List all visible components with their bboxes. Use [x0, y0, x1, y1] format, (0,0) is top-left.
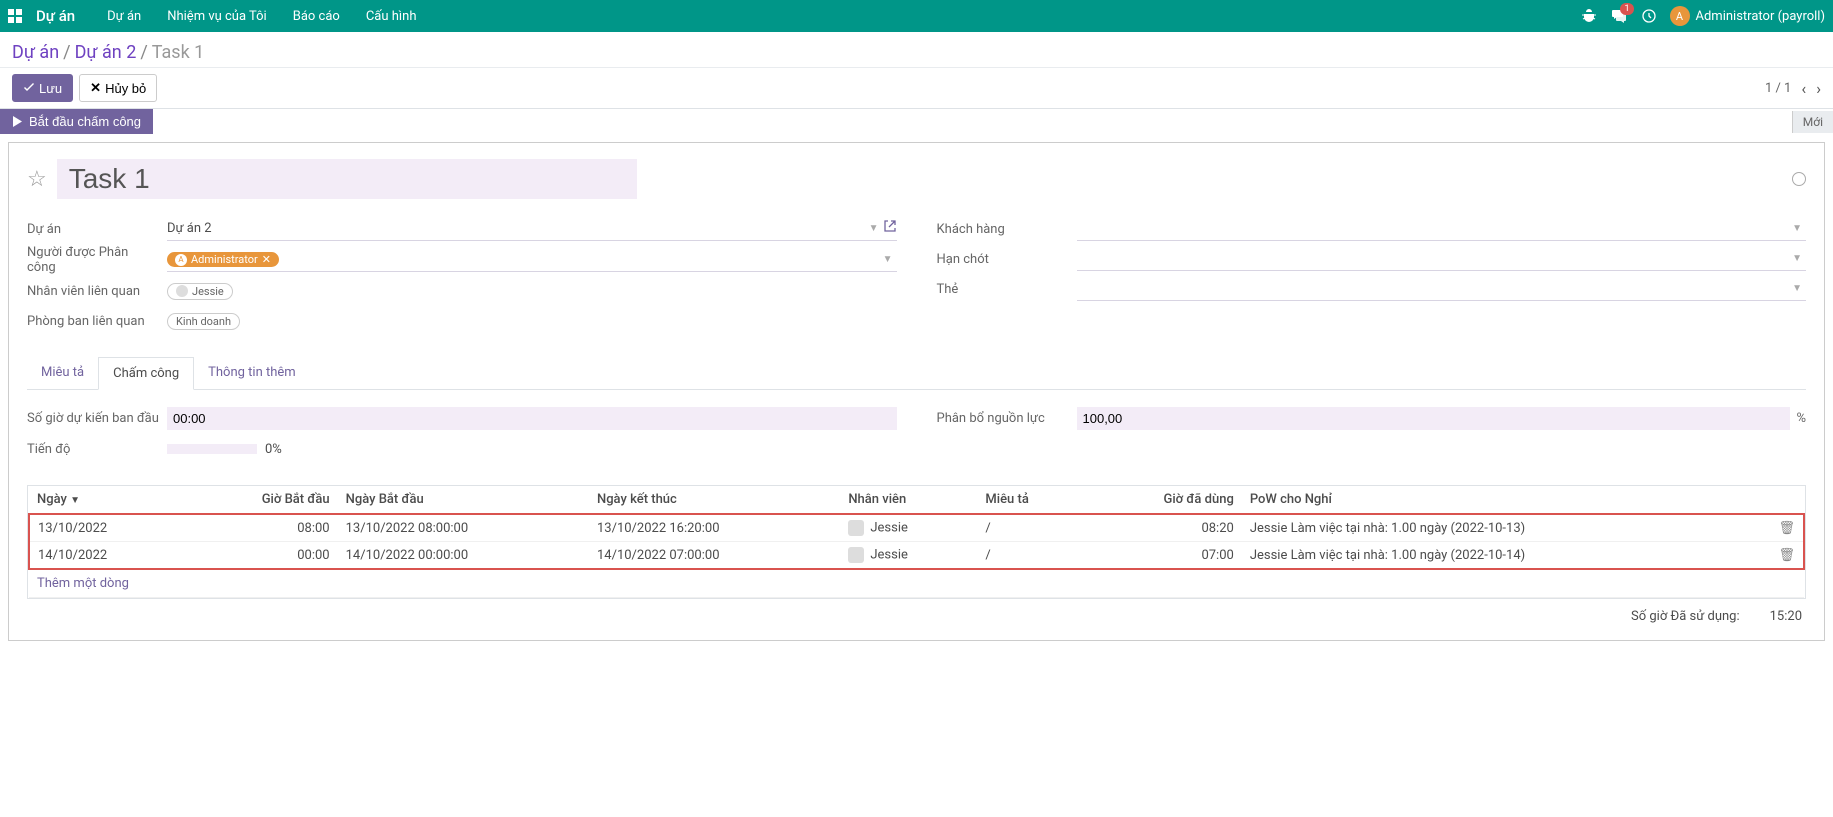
table-row[interactable]: 13/10/202208:0013/10/2022 08:00:0013/10/…	[29, 514, 1804, 542]
pager-position: 1 / 1	[1765, 81, 1791, 96]
project-label: Dự án	[27, 222, 167, 237]
chevron-down-icon: ▼	[883, 254, 893, 265]
chevron-down-icon: ▼	[869, 223, 879, 234]
col-desc[interactable]: Miêu tả	[977, 486, 1085, 514]
bug-icon[interactable]	[1580, 7, 1598, 25]
progress-value: 0%	[265, 442, 282, 457]
play-icon	[12, 116, 23, 127]
breadcrumb-root[interactable]: Dự án	[12, 42, 59, 63]
customer-field[interactable]: ▼	[1077, 217, 1807, 241]
save-button[interactable]: Lưu	[12, 74, 73, 102]
col-hours[interactable]: Giờ đã dùng	[1085, 486, 1242, 514]
breadcrumb-parent[interactable]: Dự án 2	[75, 42, 137, 63]
employee-label: Nhân viên liên quan	[27, 284, 167, 299]
nav-item-mytasks[interactable]: Nhiệm vụ của Tôi	[157, 3, 277, 30]
project-field[interactable]: Dự án 2 ▼	[167, 217, 897, 241]
tabs: Miêu tả Chấm công Thông tin thêm	[27, 357, 1806, 390]
tags-field[interactable]: ▼	[1077, 277, 1807, 301]
progress-bar	[167, 444, 257, 454]
user-menu[interactable]: A Administrator (payroll)	[1670, 6, 1826, 26]
messages-badge: 1	[1620, 3, 1633, 15]
person-icon	[848, 547, 864, 563]
chevron-down-icon: ▼	[1792, 283, 1802, 294]
tab-description[interactable]: Miêu tả	[27, 357, 98, 389]
user-name: Administrator (payroll)	[1696, 9, 1826, 24]
discard-button[interactable]: ✕ Hủy bỏ	[79, 74, 157, 102]
table-row[interactable]: 14/10/202200:0014/10/2022 00:00:0014/10/…	[29, 542, 1804, 570]
allocation-label: Phân bổ nguồn lực	[937, 411, 1077, 426]
customer-label: Khách hàng	[937, 222, 1077, 237]
form-sheet: ☆ Dự án Dự án 2 ▼ Người được Phân công	[8, 142, 1825, 641]
activity-icon[interactable]	[1640, 7, 1658, 25]
tag-remove-icon[interactable]: ✕	[262, 253, 271, 266]
assignee-tag[interactable]: A Administrator ✕	[167, 252, 279, 267]
col-pow[interactable]: PoW cho Nghỉ	[1242, 486, 1771, 514]
sort-desc-icon: ▼	[70, 495, 80, 506]
assignee-field[interactable]: A Administrator ✕ ▼	[167, 248, 897, 272]
chevron-down-icon: ▼	[1792, 223, 1802, 234]
apps-icon[interactable]	[8, 9, 22, 23]
kanban-state-dot[interactable]	[1792, 172, 1806, 186]
add-line-link[interactable]: Thêm một dòng	[29, 569, 1804, 598]
pct-suffix: %	[1796, 411, 1806, 426]
tags-label: Thẻ	[937, 282, 1077, 297]
external-link-icon[interactable]	[883, 219, 897, 233]
hours-used-value: 15:20	[1770, 609, 1802, 624]
col-start-dt[interactable]: Ngày Bắt đầu	[338, 486, 589, 514]
delete-row-icon[interactable]: 🗑	[1770, 542, 1804, 570]
stage-new[interactable]: Mới	[1792, 111, 1833, 133]
task-title-input[interactable]	[57, 159, 637, 199]
col-employee[interactable]: Nhân viên	[840, 486, 977, 514]
avatar: A	[1670, 6, 1690, 26]
pager-next[interactable]: ›	[1816, 79, 1821, 98]
top-navbar: Dự án Dự án Nhiệm vụ của Tôi Báo cáo Cấu…	[0, 0, 1833, 32]
tab-extra[interactable]: Thông tin thêm	[194, 357, 310, 389]
breadcrumb-current: Task 1	[152, 42, 205, 63]
star-icon[interactable]: ☆	[27, 167, 47, 192]
progress-field: 0%	[167, 437, 897, 461]
progress-label: Tiến độ	[27, 442, 167, 457]
breadcrumb: Dự án / Dự án 2 / Task 1	[12, 42, 1821, 63]
nav-item-config[interactable]: Cấu hình	[356, 3, 427, 30]
start-timer-button[interactable]: Bắt đầu chấm công	[0, 109, 153, 134]
col-end-dt[interactable]: Ngày kết thúc	[589, 486, 840, 514]
col-start-time[interactable]: Giờ Bắt đầu	[185, 486, 337, 514]
app-brand[interactable]: Dự án	[36, 7, 75, 25]
person-icon	[848, 520, 864, 536]
deadline-field[interactable]: ▼	[1077, 247, 1807, 271]
dept-tag[interactable]: Kinh doanh	[167, 313, 240, 330]
timesheet-table: Ngày ▼ Giờ Bắt đầu Ngày Bắt đầu Ngày kết…	[27, 485, 1806, 599]
planned-hours-label: Số giờ dự kiến ban đầu	[27, 411, 167, 426]
pager-prev[interactable]: ‹	[1801, 79, 1806, 98]
nav-item-report[interactable]: Báo cáo	[283, 3, 350, 30]
assignee-label: Người được Phân công	[27, 245, 167, 275]
person-icon	[176, 285, 188, 297]
chevron-down-icon: ▼	[1792, 253, 1802, 264]
hours-used-label: Số giờ Đã sử dụng:	[1631, 609, 1740, 624]
close-icon: ✕	[90, 80, 101, 96]
employee-tag[interactable]: Jessie	[167, 283, 233, 300]
dept-label: Phòng ban liên quan	[27, 314, 167, 329]
allocation-input[interactable]	[1077, 407, 1791, 430]
nav-item-project[interactable]: Dự án	[97, 3, 151, 30]
check-icon	[23, 82, 35, 94]
messages-icon[interactable]: 1	[1610, 7, 1628, 25]
deadline-label: Hạn chót	[937, 252, 1077, 267]
dept-field: Kinh doanh	[167, 309, 897, 333]
tab-timesheet[interactable]: Chấm công	[98, 357, 194, 390]
employee-field: Jessie	[167, 279, 897, 303]
col-date[interactable]: Ngày ▼	[29, 486, 185, 514]
delete-row-icon[interactable]: 🗑	[1770, 514, 1804, 542]
planned-hours-input[interactable]	[167, 407, 897, 430]
